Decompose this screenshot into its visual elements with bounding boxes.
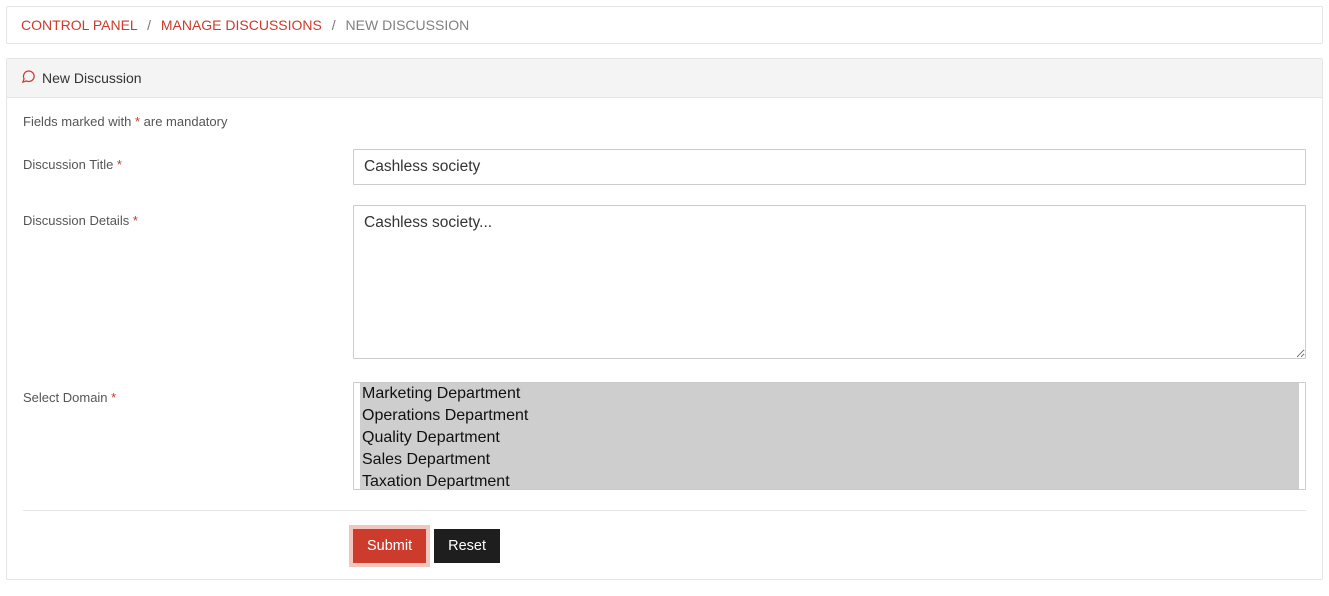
panel-title: New Discussion [42,70,142,86]
reset-button[interactable]: Reset [434,529,500,563]
mandatory-prefix: Fields marked with [23,114,135,129]
label-select-domain: Select Domain * [23,382,353,405]
label-text: Discussion Details [23,213,133,228]
panel-body: Fields marked with * are mandatory Discu… [7,98,1322,579]
discussion-title-input[interactable] [353,149,1306,185]
submit-button[interactable]: Submit [353,529,426,563]
breadcrumb-separator: / [332,17,336,33]
domain-option[interactable]: Operations Department [360,405,1299,427]
panel-heading: New Discussion [7,59,1322,98]
row-discussion-title: Discussion Title * [23,149,1306,185]
breadcrumb: CONTROL PANEL / MANAGE DISCUSSIONS / NEW… [6,6,1323,44]
label-text: Select Domain [23,390,111,405]
domain-option[interactable]: Quality Department [360,427,1299,449]
discussion-details-textarea[interactable]: Cashless society... [353,205,1306,359]
mandatory-suffix: are mandatory [140,114,227,129]
mandatory-note: Fields marked with * are mandatory [23,114,1306,129]
divider [23,510,1306,511]
domain-option[interactable]: Marketing Department [360,383,1299,405]
breadcrumb-link-manage-discussions[interactable]: MANAGE DISCUSSIONS [161,17,322,33]
breadcrumb-link-control-panel[interactable]: CONTROL PANEL [21,17,137,33]
new-discussion-panel: New Discussion Fields marked with * are … [6,58,1323,580]
breadcrumb-current: NEW DISCUSSION [346,17,470,33]
label-discussion-title: Discussion Title * [23,149,353,172]
select-domain-listbox[interactable]: Marketing DepartmentOperations Departmen… [353,382,1306,490]
required-asterisk: * [133,213,138,228]
actions-row: Submit Reset [23,529,1306,563]
actions-spacer [23,529,353,563]
domain-option[interactable]: Sales Department [360,449,1299,471]
required-asterisk: * [117,157,122,172]
row-discussion-details: Discussion Details * Cashless society... [23,205,1306,362]
label-text: Discussion Title [23,157,117,172]
label-discussion-details: Discussion Details * [23,205,353,228]
comment-icon [21,69,36,87]
breadcrumb-separator: / [147,17,151,33]
row-select-domain: Select Domain * Marketing DepartmentOper… [23,382,1306,490]
required-asterisk: * [111,390,116,405]
domain-option[interactable]: Taxation Department [360,471,1299,490]
